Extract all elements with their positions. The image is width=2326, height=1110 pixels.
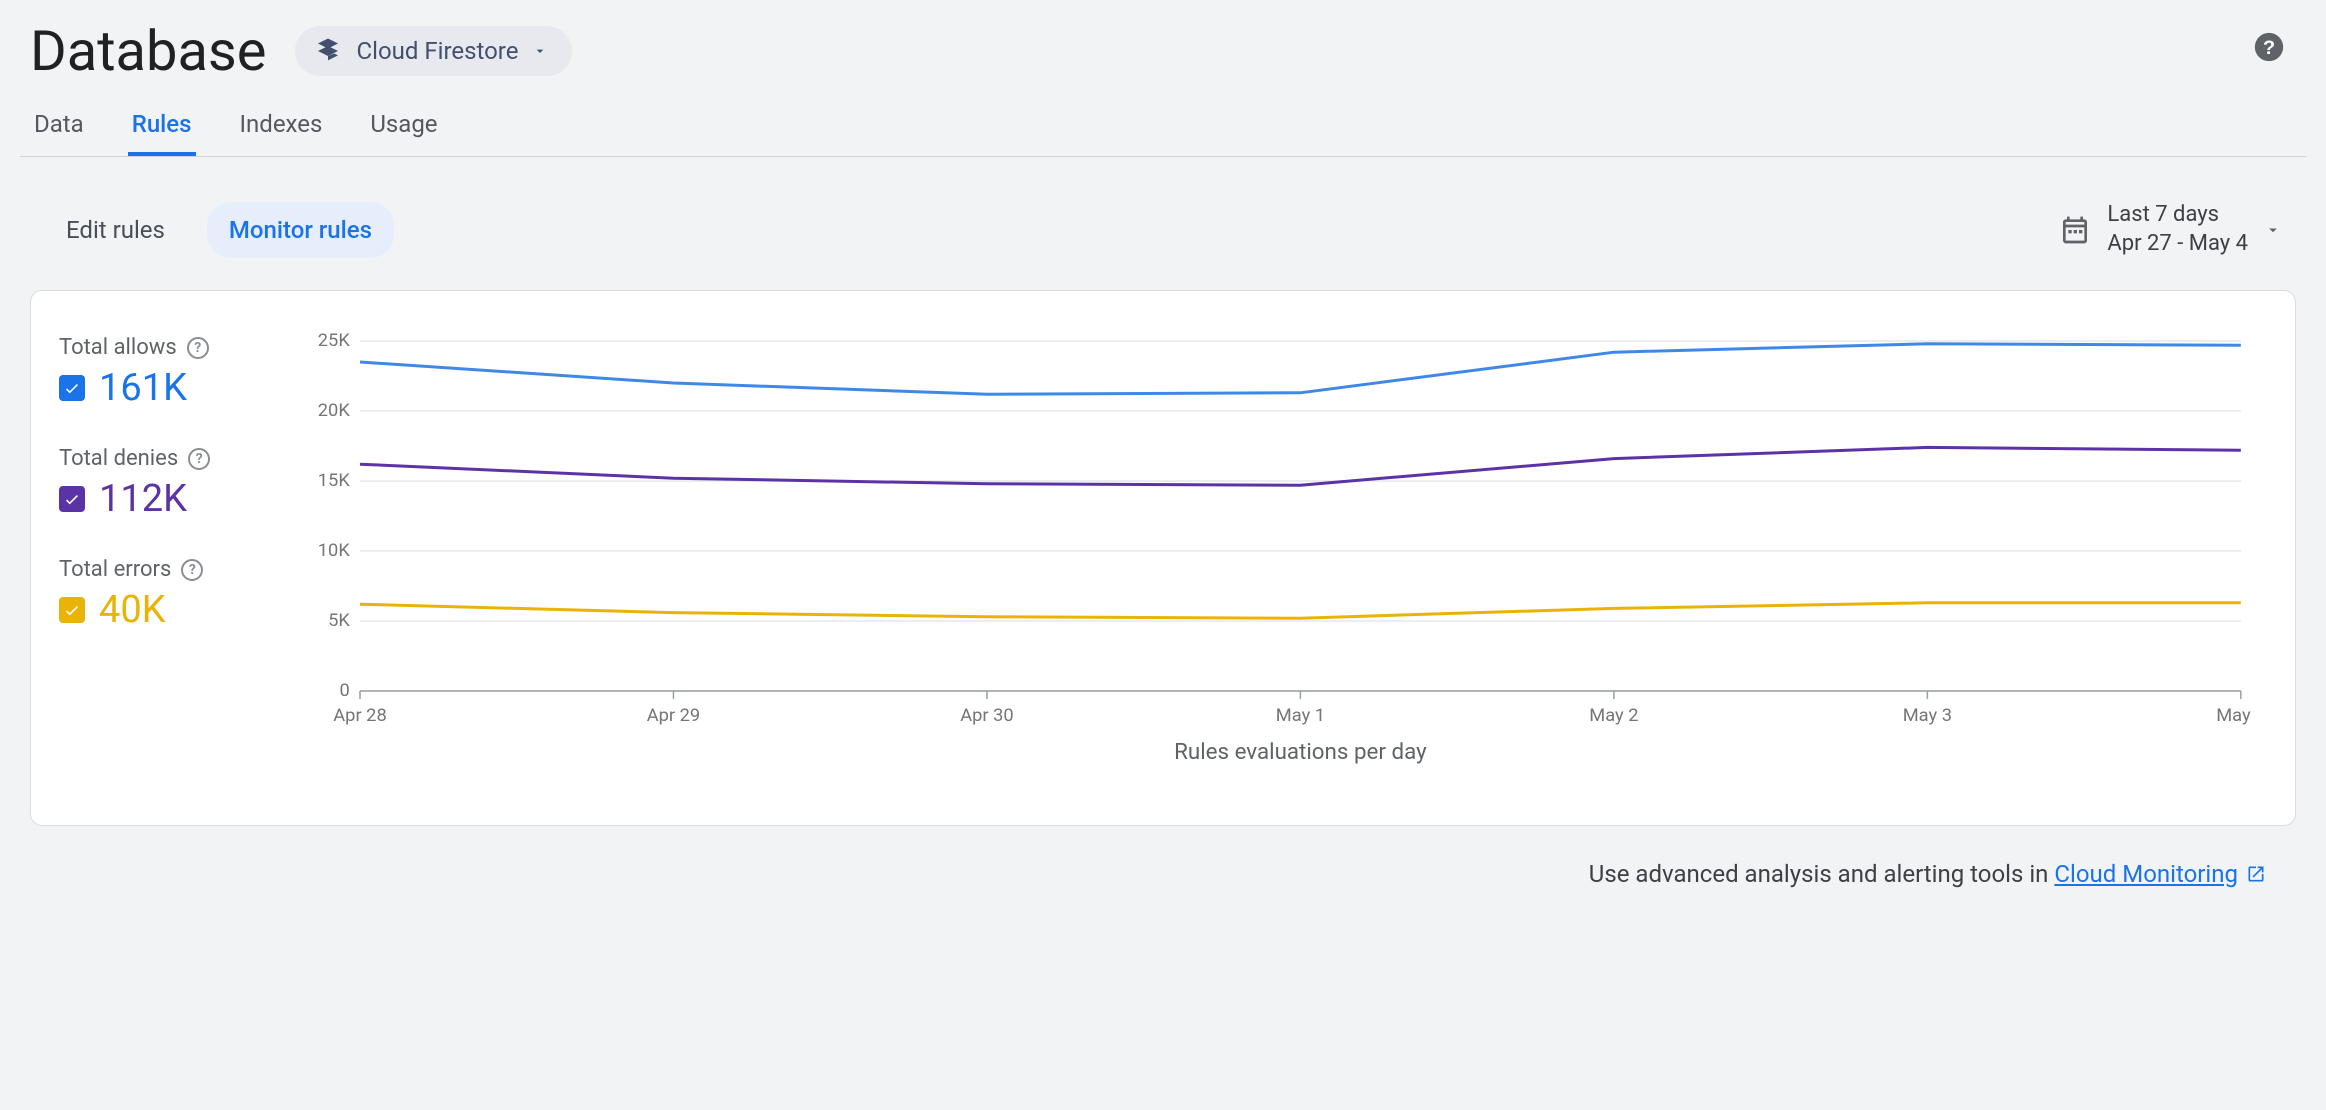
legend-allows-label: Total allows (59, 335, 177, 360)
help-icon[interactable]: ? (2252, 30, 2286, 64)
svg-text:May 4: May 4 (2216, 705, 2251, 726)
chevron-down-icon (532, 43, 548, 59)
legend-errors-value: 40K (99, 588, 166, 632)
svg-text:20K: 20K (318, 400, 351, 421)
svg-text:25K: 25K (318, 331, 351, 351)
subtab-edit-rules[interactable]: Edit rules (44, 202, 187, 258)
tab-rules[interactable]: Rules (128, 96, 196, 156)
help-icon[interactable]: ? (188, 448, 210, 470)
rules-monitor-card: Total allows ? 161K Total denies ? (30, 290, 2296, 826)
svg-text:May 3: May 3 (1903, 705, 1952, 726)
help-icon[interactable]: ? (181, 559, 203, 581)
legend-denies-value: 112K (99, 477, 187, 521)
legend-item-denies: Total denies ? 112K (59, 446, 299, 521)
svg-text:May 1: May 1 (1276, 705, 1325, 726)
checkbox-denies[interactable] (59, 486, 85, 512)
chart-legend: Total allows ? 161K Total denies ? (59, 331, 299, 771)
firestore-icon (313, 36, 343, 66)
tab-indexes[interactable]: Indexes (236, 96, 327, 156)
cloud-monitoring-link[interactable]: Cloud Monitoring (2054, 860, 2266, 888)
chevron-down-icon (2264, 221, 2282, 239)
date-range-preset: Last 7 days (2107, 201, 2248, 230)
checkbox-errors[interactable] (59, 597, 85, 623)
rules-chart: 0 5K 10K 15K 20K 25K Apr 28 Apr 29 Apr 30 May 1 Ma… (299, 331, 2251, 771)
tab-usage[interactable]: Usage (366, 96, 441, 156)
svg-text:0: 0 (340, 680, 350, 701)
svg-text:15K: 15K (318, 470, 351, 491)
date-range-selector[interactable]: Last 7 days Apr 27 - May 4 (2059, 201, 2282, 258)
checkbox-allows[interactable] (59, 375, 85, 401)
svg-text:Apr 28: Apr 28 (333, 705, 386, 726)
subtab-monitor-rules[interactable]: Monitor rules (207, 202, 394, 258)
svg-text:10K: 10K (318, 540, 351, 561)
db-selector-label: Cloud Firestore (357, 37, 519, 65)
legend-errors-label: Total errors (59, 557, 171, 582)
svg-text:?: ? (2263, 37, 2275, 59)
legend-allows-value: 161K (99, 366, 187, 410)
page-title: Database (30, 18, 267, 84)
cloud-monitoring-cta: Use advanced analysis and alerting tools… (20, 834, 2306, 888)
date-range-dates: Apr 27 - May 4 (2107, 230, 2248, 259)
legend-denies-label: Total denies (59, 446, 178, 471)
svg-text:5K: 5K (328, 610, 350, 631)
svg-text:Apr 30: Apr 30 (960, 705, 1013, 726)
svg-text:Rules evaluations per day: Rules evaluations per day (1174, 739, 1427, 765)
db-selector[interactable]: Cloud Firestore (295, 26, 573, 76)
legend-item-errors: Total errors ? 40K (59, 557, 299, 632)
help-icon[interactable]: ? (187, 337, 209, 359)
svg-text:May 2: May 2 (1589, 705, 1638, 726)
calendar-icon (2059, 214, 2091, 246)
legend-item-allows: Total allows ? 161K (59, 335, 299, 410)
open-external-icon (2246, 864, 2266, 884)
cta-prefix: Use advanced analysis and alerting tools… (1589, 860, 2055, 888)
svg-text:Apr 29: Apr 29 (647, 705, 700, 726)
tab-data[interactable]: Data (30, 96, 88, 156)
